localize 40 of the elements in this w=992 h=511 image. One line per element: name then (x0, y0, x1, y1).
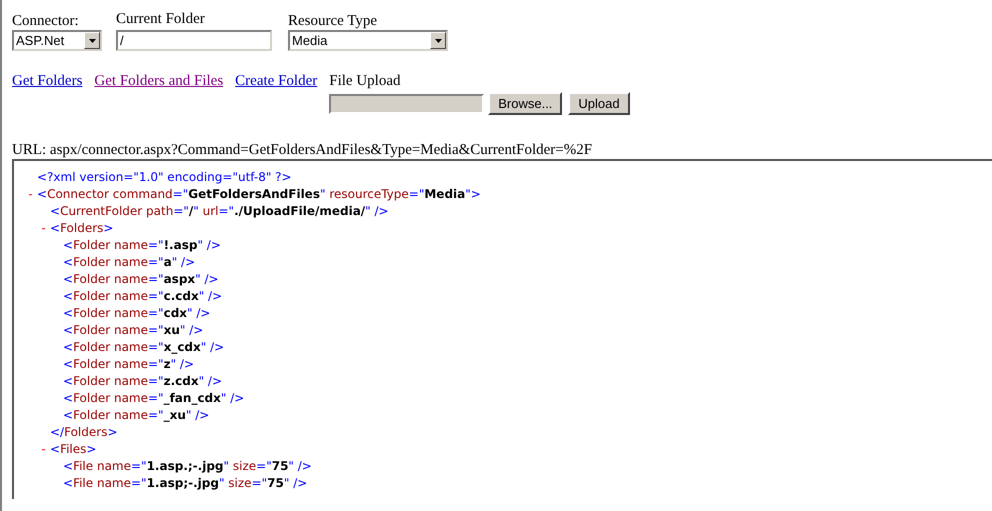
xml-line: <CurrentFolder path="/" url="./UploadFile/media/" /> (50, 202, 389, 220)
xml-line: <?xml version="1.0" encoding="utf-8" ?> (37, 168, 292, 186)
link[interactable]: Get Folders and Files (94, 72, 224, 90)
field-label: File Upload (329, 72, 402, 90)
collapse-toggle[interactable]: - (41, 440, 46, 458)
field-label: Connector: (12, 12, 80, 30)
connector-select[interactable]: ASP.Net (12, 30, 102, 51)
xml-line: <Folder name="!.asp" /> (63, 236, 221, 254)
xml-line: <Folder name="_xu" /> (63, 406, 210, 424)
file-path-field[interactable] (329, 94, 484, 114)
upload-button[interactable]: Upload (568, 92, 630, 115)
xml-line: <Connector command="GetFoldersAndFiles" resourceType="Media"> (37, 186, 481, 202)
xml-line: </Folders> (50, 424, 118, 440)
xml-line: <Folder name="a" /> (63, 254, 196, 270)
xml-line: <File name="1.asp.;-.jpg" size="75" /> (63, 458, 312, 474)
xml-line: <Folder name="c.cdx" /> (63, 288, 222, 304)
dropdown-arrow-button[interactable] (430, 32, 446, 49)
resource-type-select[interactable]: Media (288, 30, 448, 51)
xml-line: <Folder name="cdx" /> (63, 304, 210, 322)
field-label: Current Folder (116, 10, 206, 28)
link[interactable]: Create Folder (235, 72, 318, 90)
caret-icon (88, 38, 96, 42)
link[interactable]: Get Folders (12, 72, 82, 90)
caret-icon (434, 38, 442, 42)
xml-line: <Folder name="_fan_cdx" /> (63, 390, 244, 406)
collapse-toggle[interactable]: - (28, 184, 33, 202)
xml-line: <Folder name="aspx" /> (63, 270, 219, 288)
xml-line: <File name="1.asp;-.jpg" size="75" /> (63, 474, 308, 492)
xml-line: <Folders> (50, 220, 114, 236)
xml-line: <Folder name="x_cdx" /> (63, 338, 224, 356)
collapse-toggle[interactable]: - (41, 218, 46, 236)
dropdown-arrow-button[interactable] (84, 32, 100, 49)
xml-line: <Folder name="z.cdx" /> (63, 372, 222, 390)
url-text: URL: aspx/connector.aspx?Command=GetFoldersAndFiles&Type=Media&CurrentFolder=%2F (12, 141, 594, 159)
xml-line: <Folder name="xu" /> (63, 322, 204, 338)
xml-line: <Folder name="z" /> (63, 356, 194, 372)
browse-button[interactable]: Browse... (488, 92, 562, 115)
xml-line: <Files> (50, 440, 96, 458)
current-folder-field[interactable]: / (116, 30, 272, 51)
field-label: Resource Type (288, 12, 378, 30)
